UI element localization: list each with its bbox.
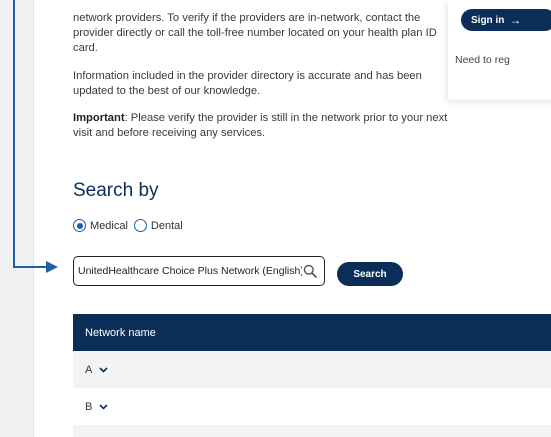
important-label: Important	[73, 112, 125, 124]
intro-paragraph-verify: network providers. To verify if the prov…	[73, 12, 437, 55]
important-text: : Please verify the provider is still in…	[73, 112, 448, 140]
chevron-down-icon	[99, 403, 108, 410]
network-search-field[interactable]	[73, 256, 325, 286]
search-icon[interactable]	[302, 263, 318, 279]
left-gutter	[0, 0, 33, 437]
medical-radio[interactable]	[73, 219, 86, 232]
arrow-right-icon: →	[509, 13, 522, 27]
chevron-down-icon	[99, 366, 108, 373]
search-button[interactable]: Search	[337, 262, 403, 286]
network-group-row-a[interactable]: A	[73, 351, 551, 388]
search-by-heading: Search by	[73, 180, 159, 201]
intro-paragraph-accuracy: Information included in the provider dir…	[73, 70, 422, 98]
network-group-row-b[interactable]: B	[73, 388, 551, 425]
network-group-letter: B	[85, 400, 93, 413]
sign-in-button[interactable]: Sign in →	[461, 9, 551, 31]
need-register-text: Need to reg	[455, 54, 510, 66]
table-header-network-name: Network name	[73, 314, 551, 351]
sign-in-label: Sign in	[471, 14, 505, 26]
network-group-row-partial[interactable]	[73, 425, 551, 437]
dental-radio-label[interactable]: Dental	[151, 220, 183, 232]
network-group-letter: A	[85, 363, 93, 376]
network-search-input[interactable]	[78, 265, 302, 277]
dental-radio[interactable]	[133, 219, 147, 232]
content-divider	[33, 0, 34, 437]
plan-type-radio-group: Medical Dental	[73, 219, 189, 232]
medical-radio-label[interactable]: Medical	[90, 220, 128, 232]
intro-paragraph-important: Important: Please verify the provider is…	[73, 111, 453, 141]
